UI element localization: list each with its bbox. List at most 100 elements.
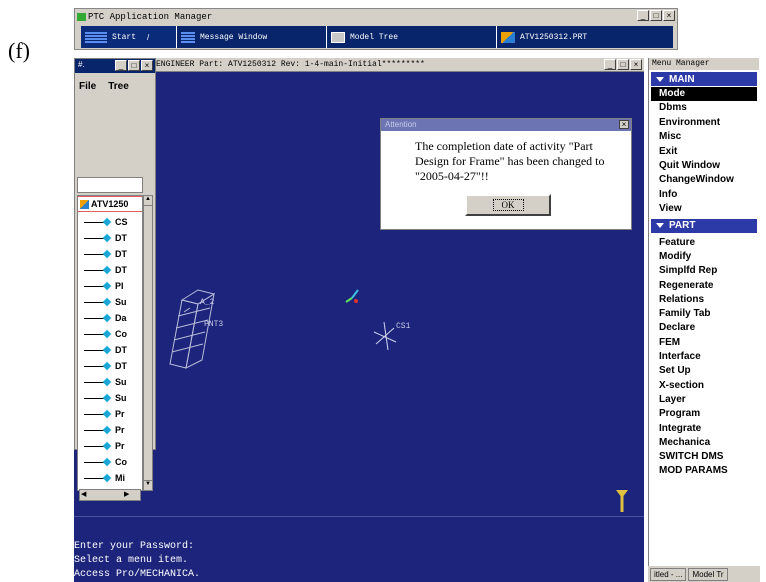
menu-item-relations[interactable]: Relations (659, 293, 704, 307)
maximize-button[interactable]: □ (650, 10, 662, 21)
menu-item-simplfd-rep[interactable]: Simplfd Rep (659, 264, 717, 278)
datum-a2-label: A_2 (200, 298, 215, 307)
proe-maximize-button[interactable]: □ (617, 59, 629, 70)
tree-item-label: DT (115, 233, 127, 243)
datum-pnt3-label: PNT3 (204, 320, 223, 329)
start-button[interactable]: Start / (81, 26, 177, 48)
menu-item-set-up[interactable]: Set Up (659, 364, 691, 378)
proe-close-button[interactable]: × (630, 59, 642, 70)
feature-diamond-icon (102, 377, 112, 387)
tree-item[interactable]: DT (78, 358, 127, 374)
menu-header-part[interactable]: PART (651, 218, 757, 233)
scroll-up-icon[interactable]: ▲ (144, 196, 152, 206)
taskbar-untitled-tab[interactable]: itled - ... (650, 567, 687, 581)
feature-diamond-icon (102, 249, 112, 259)
minimize-button[interactable]: _ (637, 10, 649, 21)
app-manager-title: PTC Application Manager (77, 11, 212, 22)
page-edge (760, 0, 766, 582)
dialog-titlebar: Attention × (381, 119, 631, 131)
scroll-left-icon[interactable]: ◀ (81, 490, 86, 498)
tree-item[interactable]: DT (78, 342, 127, 358)
menu-item-exit[interactable]: Exit (659, 145, 677, 159)
tree-item[interactable]: PI (78, 278, 124, 294)
menu-item-mechanica[interactable]: Mechanica (659, 436, 710, 450)
menu-item-mod-params[interactable]: MOD PARAMS (659, 464, 728, 478)
feature-diamond-icon (102, 265, 112, 275)
tree-item[interactable]: Da (78, 310, 127, 326)
menu-manager: Menu Manager MAIN Mode Dbms Environment Mis… (648, 58, 759, 582)
proe-minimize-button[interactable]: _ (604, 59, 616, 70)
close-button[interactable]: × (663, 10, 675, 21)
model-tree-list[interactable]: ATV1250 CS DT DT DT PI Su Da Co DT DT Su Su Pr Pr Pr Co… (77, 195, 143, 491)
tree-item[interactable]: Co (78, 326, 127, 342)
tree-item[interactable]: Su (78, 374, 127, 390)
menu-item-environment[interactable]: Environment (659, 116, 720, 130)
menu-item-dbms[interactable]: Dbms (659, 101, 687, 115)
feature-diamond-icon (102, 217, 112, 227)
proe-window-title: ENGINEER Part: ATV1250312 Rev: 1-4-main-… (156, 60, 425, 69)
menu-item-switch-dms[interactable]: SWITCH DMS (659, 450, 723, 464)
taskbar-part-file[interactable]: ATV1250312.PRT (497, 26, 673, 48)
taskbar-model-tree-tab[interactable]: Model Tr (688, 567, 728, 581)
status-line-1: Enter your Password: (74, 541, 195, 552)
tree-item[interactable]: DT (78, 246, 127, 262)
tree-item[interactable]: Pr (78, 422, 125, 438)
collapse-triangle-icon (656, 223, 664, 229)
part-icon (80, 199, 89, 209)
tree-item-label: Su (115, 297, 127, 307)
menu-item-program[interactable]: Program (659, 407, 700, 421)
model-tree-hscrollbar[interactable]: ◀ ▶ (79, 489, 141, 501)
tree-item[interactable]: Co (78, 454, 127, 470)
menu-item-layer[interactable]: Layer (659, 393, 686, 407)
menu-header-main[interactable]: MAIN (651, 72, 757, 86)
part-icon (501, 31, 515, 43)
scroll-right-icon[interactable]: ▶ (124, 490, 129, 498)
mt-maximize-button[interactable]: □ (128, 60, 140, 71)
tree-item[interactable]: DT (78, 230, 127, 246)
menu-item-regenerate[interactable]: Regenerate (659, 279, 713, 293)
tree-item[interactable]: Pr (78, 438, 125, 454)
menu-item-quit-window[interactable]: Quit Window (659, 159, 720, 173)
feature-diamond-icon (102, 345, 112, 355)
mt-minimize-button[interactable]: _ (115, 60, 127, 71)
feature-diamond-icon (102, 473, 112, 483)
menu-item-fem[interactable]: FEM (659, 336, 680, 350)
tree-item[interactable]: CS (78, 214, 128, 230)
tree-item[interactable]: DT (78, 262, 127, 278)
menu-item-declare[interactable]: Declare (659, 321, 695, 335)
menu-item-x-section[interactable]: X-section (659, 379, 704, 393)
scroll-down-icon[interactable]: ▼ (144, 480, 152, 490)
menu-item-mode[interactable]: Mode (651, 87, 757, 101)
ok-button[interactable]: OK (465, 194, 551, 216)
taskbar-message-window[interactable]: Message Window (177, 26, 327, 48)
menu-item-integrate[interactable]: Integrate (659, 422, 701, 436)
tree-item[interactable]: Su (78, 390, 127, 406)
taskbar-model-tree[interactable]: Model Tree (327, 26, 497, 48)
message-area: Enter your Password: Select a menu item.… (74, 516, 644, 582)
menu-item-changewindow[interactable]: ChangeWindow (659, 173, 734, 187)
feature-diamond-icon (102, 457, 112, 467)
menu-item-feature[interactable]: Feature (659, 236, 695, 250)
dialog-close-button[interactable]: × (619, 120, 629, 129)
tree-root-item[interactable]: ATV1250 (78, 196, 142, 212)
menu-item-info[interactable]: Info (659, 188, 677, 202)
tree-item[interactable]: Mi (78, 470, 125, 486)
feature-diamond-icon (102, 409, 112, 419)
menu-file[interactable]: File (79, 81, 96, 92)
attention-dialog: Attention × The completion date of activ… (380, 118, 632, 230)
tree-item-label: DT (115, 265, 127, 275)
mt-close-button[interactable]: × (141, 60, 153, 71)
status-line-2: Select a menu item. (74, 555, 189, 566)
menu-item-interface[interactable]: Interface (659, 350, 701, 364)
model-tree-vscrollbar[interactable]: ▲ ▼ (143, 195, 153, 491)
feature-diamond-icon (102, 313, 112, 323)
tree-item[interactable]: Su (78, 294, 127, 310)
figure-label: (f) (8, 38, 30, 63)
menu-item-modify[interactable]: Modify (659, 250, 691, 264)
model-tree-title: #. (78, 60, 85, 69)
menu-item-misc[interactable]: Misc (659, 130, 681, 144)
menu-item-family-tab[interactable]: Family Tab (659, 307, 711, 321)
tree-item[interactable]: Pr (78, 406, 125, 422)
menu-tree[interactable]: Tree (108, 81, 129, 92)
menu-item-view[interactable]: View (659, 202, 682, 216)
